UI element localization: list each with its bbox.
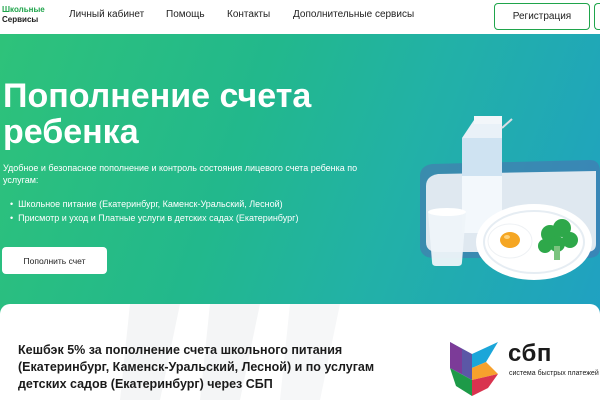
site-header: Школьные Сервисы Личный кабинет Помощь К…	[0, 0, 600, 34]
page-title: Пополнение счета ребенка	[3, 77, 312, 151]
nav-personal-account[interactable]: Личный кабинет	[69, 9, 144, 20]
sbp-icon	[450, 342, 498, 396]
login-button[interactable]	[594, 3, 600, 30]
logo-line-2: Сервисы	[2, 15, 39, 24]
list-item: Школьное питание (Екатеринбург, Каменск-…	[10, 197, 298, 211]
sbp-logo: сбп система быстрых платежей	[448, 340, 600, 400]
sbp-logo-text: сбп	[508, 340, 552, 367]
cashback-text: Кешбэк 5% за пополнение счета школьного …	[18, 343, 375, 391]
top-up-button[interactable]: Пополнить счет	[2, 247, 107, 274]
logo[interactable]: Школьные Сервисы	[2, 5, 45, 25]
list-item: Присмотр и уход и Платные услуги в детск…	[10, 211, 298, 225]
sbp-subtitle: система быстрых платежей	[509, 370, 599, 377]
cashback-card[interactable]: Кешбэк 5% за пополнение счета школьного …	[0, 304, 600, 400]
nav-contacts[interactable]: Контакты	[227, 9, 270, 20]
nav-additional-services[interactable]: Дополнительные сервисы	[293, 9, 414, 20]
nav-help[interactable]: Помощь	[166, 9, 205, 20]
register-button[interactable]: Регистрация	[494, 3, 590, 30]
logo-line-1: Школьные	[2, 5, 45, 14]
hero-description: Удобное и безопасное пополнение и контро…	[3, 163, 358, 185]
food-tray-illustration	[420, 116, 600, 280]
services-list: Школьное питание (Екатеринбург, Каменск-…	[10, 197, 298, 225]
